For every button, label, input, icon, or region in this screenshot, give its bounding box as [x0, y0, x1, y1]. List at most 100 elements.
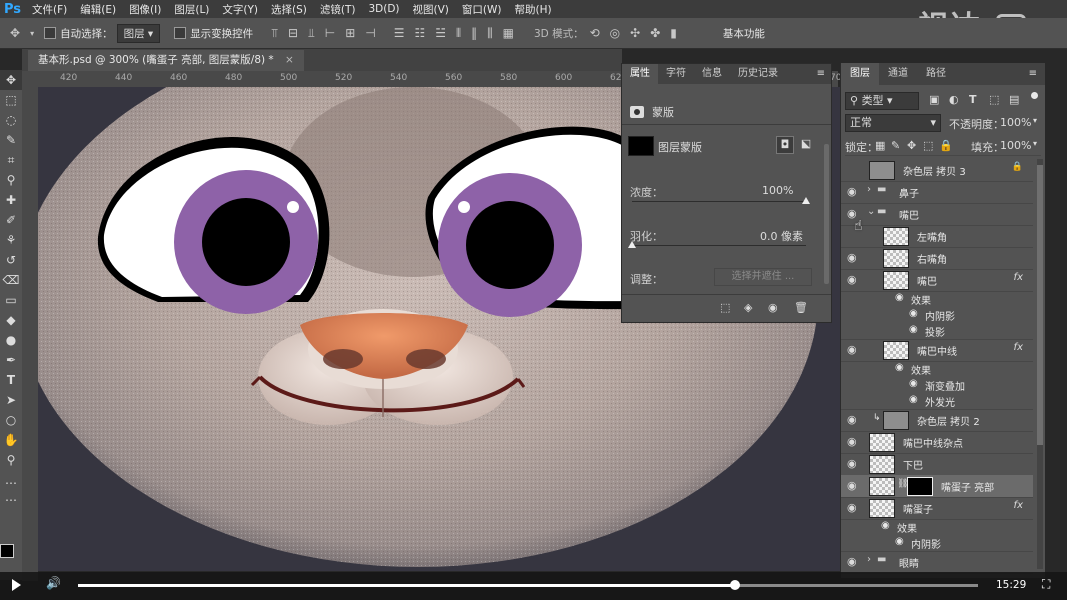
history-brush-tool-icon[interactable]: ↺ — [0, 250, 22, 270]
panel-menu-icon[interactable]: ≡ — [817, 64, 831, 84]
eraser-tool-icon[interactable]: ⌫ — [0, 270, 22, 290]
feather-slider-knob[interactable] — [628, 241, 636, 248]
lasso-tool-icon[interactable]: ◌ — [0, 110, 22, 130]
scale-3d-icon[interactable]: ▮ — [670, 26, 677, 40]
eye-icon[interactable]: ◉ — [909, 378, 918, 389]
layer-name[interactable]: 嘴巴中线杂点 — [903, 435, 963, 450]
opacity-input[interactable]: 100% — [1000, 116, 1031, 129]
blur-tool-icon[interactable]: ◆ — [0, 310, 22, 330]
layers-scrollbar[interactable] — [1037, 159, 1043, 569]
load-selection-icon[interactable]: ⬚ — [720, 301, 730, 314]
brush-tool-icon[interactable]: ✐ — [0, 210, 22, 230]
auto-align-icon[interactable]: ▦ — [503, 26, 514, 40]
distribute-right-icon[interactable]: ⫼ — [487, 26, 493, 41]
show-transform-checkbox[interactable] — [174, 27, 187, 39]
align-left-icon[interactable]: ⊢ — [325, 26, 335, 40]
quick-select-tool-icon[interactable]: ✎ — [0, 130, 22, 150]
layer-row[interactable]: 杂色层 拷贝 3 🔒 — [841, 159, 1033, 182]
volume-icon[interactable]: 🔊 — [46, 576, 61, 590]
eye-icon[interactable]: ◉ — [847, 479, 857, 492]
feather-slider[interactable] — [632, 245, 806, 246]
effect-row[interactable]: ◉ 内阴影 — [841, 535, 1033, 552]
align-bottom-icon[interactable]: ⫫ — [308, 26, 315, 41]
foreground-color-swatch[interactable] — [0, 544, 14, 558]
clone-stamp-tool-icon[interactable]: ⚘ — [0, 230, 22, 250]
marquee-tool-icon[interactable]: ⬚ — [0, 90, 22, 110]
layer-row[interactable]: ◉ 嘴巴 fx — [841, 269, 1033, 292]
eye-icon[interactable]: ◉ — [909, 394, 918, 405]
chevron-down-icon[interactable]: ▾ — [1033, 139, 1037, 148]
pen-tool-icon[interactable]: ✒ — [0, 350, 22, 370]
layer-row-selected[interactable]: ◉ ⛓ 嘴蛋子 亮部 — [841, 475, 1033, 498]
blend-mode-dropdown[interactable]: 正常 ▾ — [845, 114, 941, 132]
menu-image[interactable]: 图像(I) — [129, 2, 161, 17]
eye-icon[interactable]: ◉ — [847, 555, 857, 568]
layer-name[interactable]: 嘴巴 — [899, 207, 919, 222]
lock-transparent-icon[interactable]: ▦ — [875, 139, 885, 152]
move-tool-icon[interactable]: ✥ — [10, 26, 20, 40]
drag-3d-icon[interactable]: ✣ — [630, 26, 640, 40]
layer-name[interactable]: 下巴 — [903, 457, 923, 472]
layer-row[interactable]: ◉ 嘴巴中线杂点 — [841, 431, 1033, 454]
menu-file[interactable]: 文件(F) — [32, 2, 67, 17]
lock-image-icon[interactable]: ✎ — [891, 139, 900, 152]
lock-all-icon[interactable]: 🔒 — [939, 139, 953, 152]
density-slider-knob[interactable] — [802, 197, 810, 204]
type-tool-icon[interactable]: T — [0, 370, 22, 390]
effects-row[interactable]: ◉ 效果 — [841, 519, 1033, 535]
layer-filter-dropdown[interactable]: ⚲ 类型 ▾ — [845, 92, 919, 110]
layer-name[interactable]: 嘴蛋子 亮部 — [941, 479, 994, 494]
tab-paths[interactable]: 路径 — [917, 63, 955, 85]
eye-icon[interactable]: ◉ — [847, 413, 857, 426]
eye-icon[interactable]: ◉ — [895, 292, 904, 303]
layer-name[interactable]: 鼻子 — [899, 185, 919, 200]
layer-name[interactable]: 嘴蛋子 — [903, 501, 933, 516]
eye-icon[interactable]: ◉ — [847, 343, 857, 356]
chevron-right-icon[interactable]: › — [867, 554, 871, 565]
add-vector-mask-icon[interactable]: ⬕ — [798, 136, 814, 152]
eyedropper-tool-icon[interactable]: ⚲ — [0, 170, 22, 190]
auto-select-dropdown[interactable]: 图层 ▾ — [116, 23, 161, 43]
layer-row[interactable]: 左嘴角 — [841, 225, 1033, 248]
fx-icon[interactable]: fx — [1014, 500, 1023, 511]
distribute-top-icon[interactable]: ☰ — [394, 26, 405, 40]
crop-tool-icon[interactable]: ⌗ — [0, 150, 22, 170]
menu-help[interactable]: 帮助(H) — [515, 2, 552, 17]
tab-character[interactable]: 字符 — [658, 64, 694, 84]
tab-history[interactable]: 历史记录 — [730, 64, 786, 84]
apply-mask-icon[interactable]: ◈ — [744, 301, 752, 314]
filter-type-icon[interactable]: T — [969, 93, 977, 106]
ellipse-tool-icon[interactable]: ○ — [0, 410, 22, 430]
close-icon[interactable]: × — [285, 54, 294, 66]
edit-toolbar-icon[interactable]: ⋯ — [0, 490, 22, 510]
eye-icon[interactable]: ◉ — [909, 308, 918, 319]
align-vcenter-icon[interactable]: ⊟ — [288, 26, 298, 40]
layer-group-row[interactable]: ◉ › ▬ 鼻子 — [841, 181, 1033, 204]
effect-row[interactable]: ◉ 投影 — [841, 323, 1033, 340]
distribute-vcenter-icon[interactable]: ☷ — [415, 26, 426, 40]
effect-row[interactable]: ◉ 外发光 — [841, 393, 1033, 410]
layer-name[interactable]: 杂色层 拷贝 3 — [903, 163, 966, 178]
filter-smart-object-icon[interactable]: ▤ — [1009, 93, 1019, 106]
layer-name[interactable]: 左嘴角 — [917, 229, 947, 244]
distribute-bottom-icon[interactable]: ☱ — [435, 26, 446, 40]
effects-row[interactable]: ◉ 效果 — [841, 361, 1033, 377]
fill-input[interactable]: 100% — [1000, 139, 1031, 152]
tab-properties[interactable]: 属性 — [622, 64, 658, 84]
hand-tool-icon[interactable]: ✋ — [0, 430, 22, 450]
path-select-tool-icon[interactable]: ➤ — [0, 390, 22, 410]
filter-shape-icon[interactable]: ⬚ — [989, 93, 999, 106]
eye-icon[interactable]: ◉ — [881, 520, 890, 531]
menu-view[interactable]: 视图(V) — [413, 2, 449, 17]
eye-icon[interactable]: ◉ — [847, 435, 857, 448]
panel-menu-icon[interactable]: ≡ — [1029, 63, 1045, 85]
eye-icon[interactable]: ◉ — [847, 457, 857, 470]
effects-row[interactable]: ◉ 效果 — [841, 291, 1033, 307]
menu-window[interactable]: 窗口(W) — [462, 2, 502, 17]
eye-icon[interactable]: ◉ — [895, 536, 904, 547]
filter-pixel-icon[interactable]: ▣ — [929, 93, 939, 106]
layer-row[interactable]: ◉ 右嘴角 — [841, 247, 1033, 270]
document-tab[interactable]: 基本形.psd @ 300% (嘴蛋子 亮部, 图层蒙版/8) * × — [28, 50, 304, 71]
filter-toggle-icon[interactable] — [1031, 92, 1038, 99]
feather-value[interactable]: 0.0 像素 — [760, 228, 803, 244]
